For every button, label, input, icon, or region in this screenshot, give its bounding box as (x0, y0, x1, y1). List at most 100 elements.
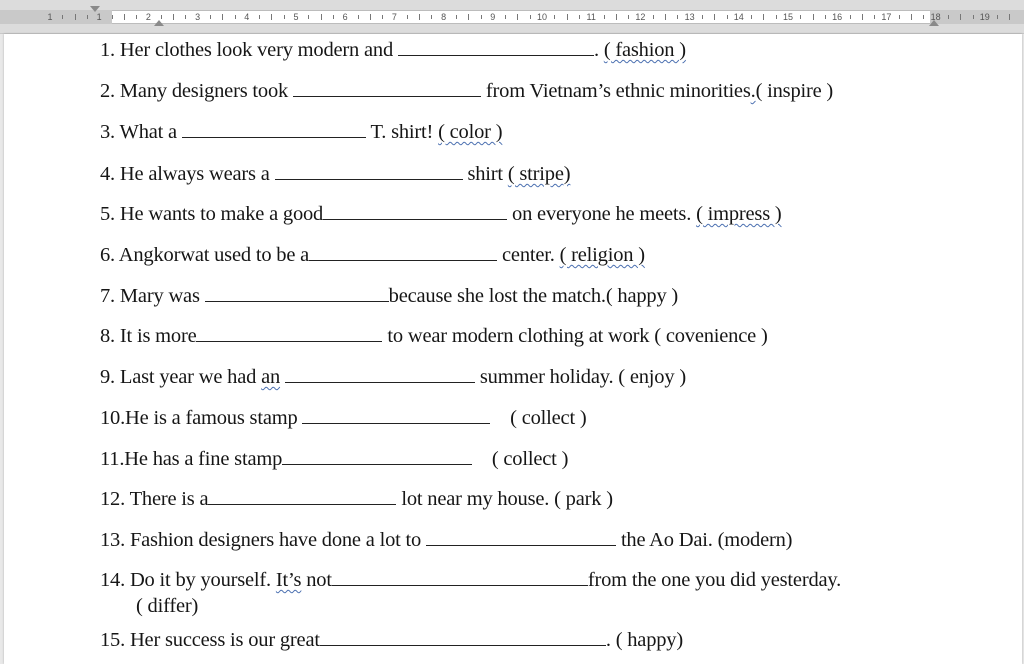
ruler-tick (898, 15, 900, 19)
ruler-tick (455, 15, 457, 19)
ruler-tick (911, 14, 912, 20)
question-text: He is a famous stamp (125, 407, 303, 429)
answer-blank[interactable] (181, 121, 366, 138)
ruler-tick (800, 15, 802, 19)
ruler-number: 9 (490, 12, 496, 22)
ruler-number: 15 (782, 12, 794, 22)
word-hint: ( differ) (136, 595, 199, 617)
word-hint: ( covenience ) (654, 325, 768, 347)
question-text: T. shirt! (365, 121, 439, 143)
question-text: He wants to make a good (114, 203, 324, 225)
answer-blank[interactable] (282, 448, 473, 465)
ruler-tick (714, 14, 716, 20)
answer-blank[interactable] (309, 244, 498, 261)
ruler-number: 1 (96, 12, 102, 22)
answer-blank[interactable] (284, 366, 475, 383)
answer-blank[interactable] (426, 529, 617, 546)
question-number: 7. (100, 285, 115, 307)
word-hint: ( collect ) (491, 448, 569, 470)
question-number: 2. (100, 80, 115, 102)
question-text: Her success is our great (125, 629, 320, 651)
answer-blank[interactable] (397, 39, 594, 56)
ruler-tick (861, 14, 863, 20)
ruler-number: 14 (733, 12, 744, 22)
question-text: . (593, 39, 604, 61)
word-hint: ( happy) (615, 629, 683, 651)
word-hint: ( fashion ) (603, 39, 686, 61)
ruler-tick (751, 15, 753, 19)
question-number: 6. (100, 244, 115, 266)
ruler-tick (849, 15, 851, 19)
ruler-tick (480, 15, 482, 19)
ruler-tick (628, 15, 630, 19)
answer-blank[interactable] (331, 569, 588, 586)
ruler-tick (578, 15, 580, 19)
ruler-number: 7 (391, 12, 397, 22)
answer-blank[interactable] (323, 203, 508, 220)
ruler-tick (505, 15, 507, 19)
answer-blank[interactable] (319, 629, 606, 646)
ruler-number: 10 (536, 12, 548, 22)
question-text: not (301, 569, 332, 591)
ruler-tick (947, 15, 949, 19)
question-8: 8. It is more to wear modern clothing at… (100, 324, 768, 348)
ruler-tick (652, 15, 654, 19)
ruler-tick (283, 15, 285, 19)
ruler-tick (320, 14, 322, 20)
question-6: 6. Angkorwat used to be a center. ( reli… (100, 243, 645, 267)
ruler-tick (554, 15, 556, 19)
question-text: Her clothes look very modern and (114, 39, 398, 61)
horizontal-ruler[interactable]: 1 1 2 3 4 5 6 7 8 9 10 11 12 13 14 15 16 17 18 19 (0, 0, 1024, 34)
ruler-number: 13 (684, 12, 695, 22)
question-text: summer holiday. (474, 366, 619, 388)
ruler-number: 16 (832, 12, 843, 22)
ruler-number: 6 (342, 12, 348, 22)
answer-blank[interactable] (204, 285, 389, 302)
ruler-tick (997, 15, 999, 19)
ruler-tick (775, 15, 777, 19)
question-text: from the one you did yesterday. (587, 569, 842, 591)
ruler-tick (972, 15, 974, 19)
ruler-tick (431, 15, 433, 19)
answer-blank[interactable] (196, 325, 383, 342)
question-text: Many designers took (114, 80, 293, 102)
answer-blank[interactable] (274, 163, 463, 180)
ruler-tick (332, 15, 334, 19)
ruler-tick (763, 14, 765, 20)
ruler-tick (382, 15, 384, 19)
word-hint: ( impress ) (696, 203, 782, 225)
ruler-tick (960, 14, 962, 20)
ruler-tick (271, 14, 273, 20)
ruler-tick (308, 15, 310, 19)
question-text: He has a fine stamp (124, 448, 283, 470)
question-text: to wear modern clothing at work (382, 325, 655, 347)
answer-blank[interactable] (302, 407, 491, 424)
document-page[interactable]: 1. Her clothes look very modern and . ( … (4, 34, 1022, 664)
question-number: 3. (100, 121, 115, 143)
question-number: 12. (100, 488, 126, 510)
ruler-tick (259, 15, 261, 19)
question-text: Last year we had (114, 366, 262, 388)
word-hint: ( inspire ) (755, 80, 834, 102)
question-11: 11.He has a fine stamp ( collect ) (100, 447, 568, 471)
ruler-tick (923, 15, 925, 19)
answer-blank[interactable] (208, 488, 397, 505)
word-hint: ( religion ) (559, 244, 645, 266)
word-hint: ( stripe) (507, 163, 571, 185)
question-15: 15. Her success is our great. ( happy) (100, 628, 683, 652)
ruler-tick (160, 15, 162, 19)
question-number: 13. (100, 529, 126, 551)
ruler-tick (874, 15, 876, 19)
question-7: 7. Mary was because she lost the match.(… (100, 284, 678, 308)
hanging-indent-icon[interactable] (154, 20, 164, 26)
ruler-number: 19 (979, 12, 990, 22)
ruler-number: 5 (293, 12, 299, 22)
question-5: 5. He wants to make a good on everyone h… (100, 202, 782, 226)
answer-blank[interactable] (292, 80, 481, 97)
ruler-tick (185, 15, 187, 19)
question-number: 10. (100, 407, 126, 429)
ruler-tick (357, 15, 359, 19)
ruler-number: 2 (145, 12, 151, 22)
question-text: Fashion designers have done a lot to (125, 529, 427, 551)
word-hint: ( collect ) (510, 407, 587, 429)
